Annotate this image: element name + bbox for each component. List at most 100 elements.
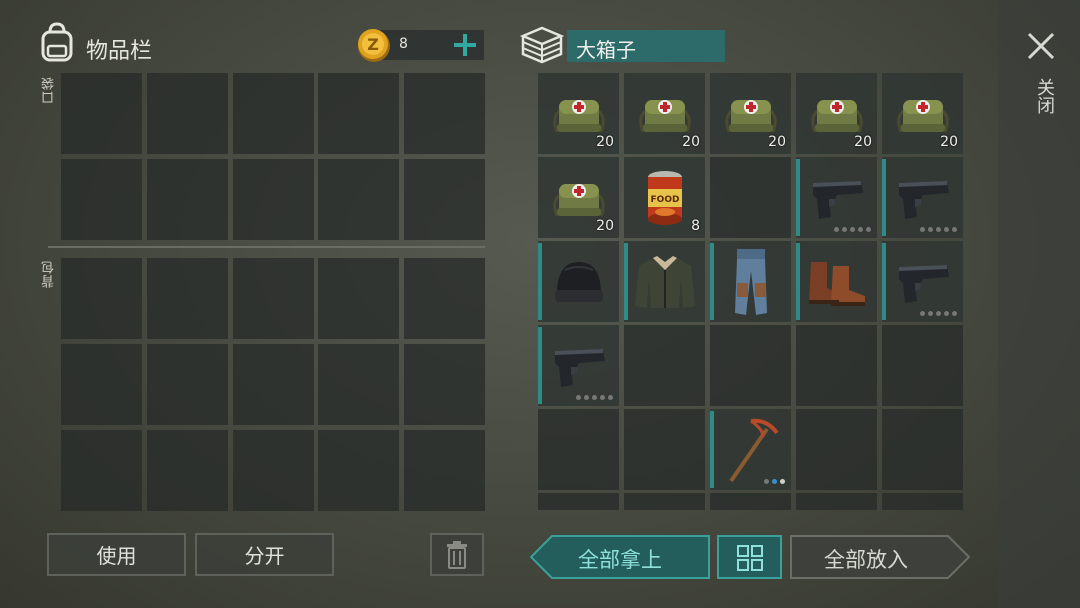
durability-indicator — [576, 395, 613, 400]
pistol-icon — [882, 241, 963, 322]
container-slot[interactable]: 20 — [538, 157, 619, 238]
close-icon — [1027, 32, 1055, 60]
container-slot[interactable] — [538, 325, 619, 406]
item-quantity: 20 — [768, 134, 786, 150]
pocket-slot[interactable] — [147, 159, 228, 240]
container-slot[interactable] — [538, 409, 619, 490]
durability-indicator — [920, 227, 957, 232]
container-slot[interactable] — [882, 493, 963, 510]
take-all-label: 全部拿上 — [578, 548, 662, 572]
container-slot[interactable] — [710, 241, 791, 322]
backpack-slot[interactable] — [404, 258, 485, 339]
container-slot[interactable]: 20 — [538, 73, 619, 154]
backpack-slot[interactable] — [61, 344, 142, 425]
container-slot[interactable] — [796, 241, 877, 322]
backpack-slot[interactable] — [147, 344, 228, 425]
jacket-icon — [624, 241, 705, 322]
pistol-icon — [538, 325, 619, 406]
boots-icon — [796, 241, 877, 322]
pocket-slot[interactable] — [61, 159, 142, 240]
container-slot[interactable] — [882, 241, 963, 322]
container-slot[interactable]: 20 — [882, 73, 963, 154]
pocket-slot[interactable] — [318, 159, 399, 240]
container-slot[interactable] — [796, 493, 877, 510]
pocket-slot[interactable] — [147, 73, 228, 154]
container-slot[interactable] — [796, 157, 877, 238]
container-slot[interactable] — [710, 157, 791, 238]
item-quantity: 20 — [682, 134, 700, 150]
container-slot[interactable] — [538, 241, 619, 322]
backpack-slot[interactable] — [318, 258, 399, 339]
item-quantity: 20 — [854, 134, 872, 150]
pocket-slot[interactable] — [233, 159, 314, 240]
jeans-icon — [710, 241, 791, 322]
use-button[interactable]: 使用 — [47, 533, 186, 576]
backpack-label: 背包 — [42, 260, 57, 288]
pistol-icon — [882, 157, 963, 238]
container-slot[interactable] — [882, 325, 963, 406]
plus-icon — [454, 34, 476, 56]
pocket-slot[interactable] — [404, 73, 485, 154]
coin-icon: Z — [356, 27, 392, 67]
container-slot[interactable] — [796, 325, 877, 406]
backpack-slot[interactable] — [318, 430, 399, 511]
delete-button[interactable] — [430, 533, 484, 576]
pocket-slot[interactable] — [318, 73, 399, 154]
item-quantity: 20 — [596, 134, 614, 150]
container-slot[interactable] — [538, 493, 619, 510]
container-slot[interactable] — [796, 409, 877, 490]
container-slot[interactable] — [624, 409, 705, 490]
inventory-title: 物品栏 — [86, 39, 153, 64]
container-slot[interactable]: FOOD 8 — [624, 157, 705, 238]
container-title: 大箱子 — [576, 38, 636, 62]
backpack-slot[interactable] — [318, 344, 399, 425]
backpack-slot[interactable] — [61, 258, 142, 339]
pocket-slot[interactable] — [61, 73, 142, 154]
container-slot[interactable] — [882, 157, 963, 238]
split-button[interactable]: 分开 — [195, 533, 334, 576]
backpack-slot[interactable] — [147, 430, 228, 511]
coin-count: 8 — [399, 36, 408, 52]
close-label[interactable]: 关闭 — [1031, 78, 1057, 114]
pocket-label: 口袋 — [42, 76, 57, 104]
coin-counter: Z 8 — [356, 27, 484, 63]
crate-icon — [519, 24, 565, 68]
container-slot[interactable] — [710, 325, 791, 406]
put-all-button[interactable]: 全部放入 — [790, 535, 970, 579]
container-slot[interactable] — [710, 409, 791, 490]
container-slot[interactable] — [882, 409, 963, 490]
beanie-hat-icon — [538, 241, 619, 322]
close-button[interactable] — [1025, 30, 1057, 62]
durability-indicator — [920, 311, 957, 316]
svg-text:Z: Z — [367, 35, 379, 54]
backpack-slot[interactable] — [233, 344, 314, 425]
container-slot[interactable]: 20 — [796, 73, 877, 154]
container-slot[interactable] — [624, 241, 705, 322]
pocket-slot[interactable] — [404, 159, 485, 240]
container-slot[interactable] — [624, 493, 705, 510]
item-quantity: 8 — [691, 218, 700, 234]
sort-button[interactable] — [717, 535, 782, 579]
add-coins-button[interactable] — [452, 32, 478, 58]
container-slot[interactable]: 20 — [710, 73, 791, 154]
svg-text:FOOD: FOOD — [650, 195, 679, 205]
backpack-slot[interactable] — [61, 430, 142, 511]
backpack-slot[interactable] — [233, 430, 314, 511]
item-quantity: 20 — [596, 218, 614, 234]
durability-indicator — [764, 479, 785, 484]
container-slot[interactable]: 20 — [624, 73, 705, 154]
take-all-button[interactable]: 全部拿上 — [530, 535, 710, 579]
container-title-field[interactable]: 大箱子 — [567, 30, 725, 62]
container-slot[interactable] — [624, 325, 705, 406]
durability-indicator — [834, 227, 871, 232]
put-all-label: 全部放入 — [824, 548, 908, 572]
backpack-slot[interactable] — [147, 258, 228, 339]
grid-icon — [737, 545, 763, 571]
backpack-slot[interactable] — [404, 430, 485, 511]
trash-icon — [447, 540, 467, 569]
backpack-slot[interactable] — [404, 344, 485, 425]
backpack-slot[interactable] — [233, 258, 314, 339]
pickaxe-icon — [710, 409, 791, 490]
pocket-slot[interactable] — [233, 73, 314, 154]
container-slot[interactable] — [710, 493, 791, 510]
